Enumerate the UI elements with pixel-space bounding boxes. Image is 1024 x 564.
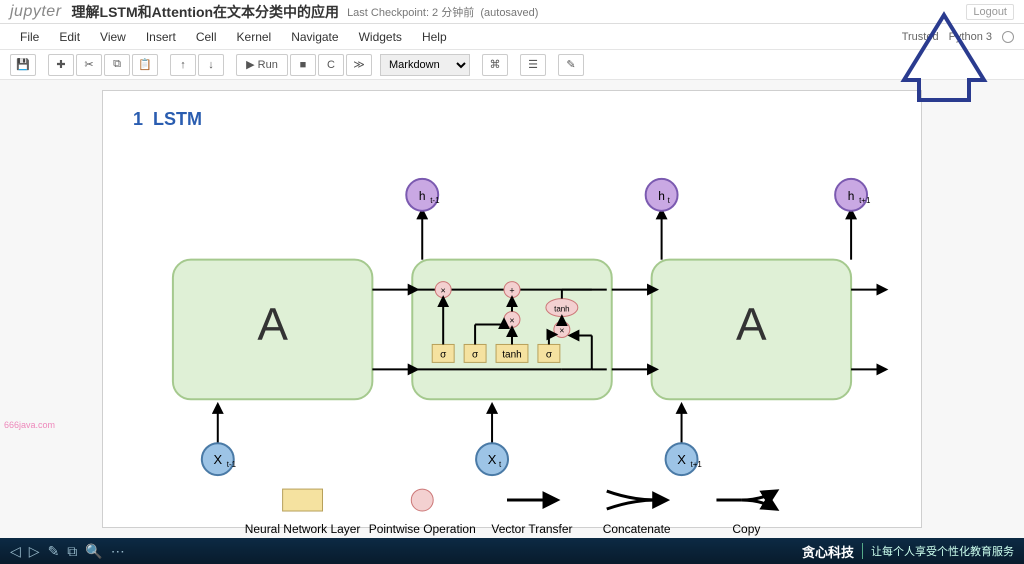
svg-text:Pointwise Operation: Pointwise Operation — [369, 522, 476, 536]
trusted-label[interactable]: Trusted — [902, 31, 939, 43]
play-prev-icon[interactable]: ◁ — [10, 543, 21, 560]
svg-text:+: + — [509, 286, 514, 296]
header: jupyter 理解LSTM和Attention在文本分类中的应用 Last C… — [0, 0, 1024, 24]
notebook-area[interactable]: 1 LSTM A A ht-1 ht ht+1 — [0, 80, 1024, 538]
svg-text:tanh: tanh — [502, 349, 521, 360]
menu-help[interactable]: Help — [412, 27, 457, 47]
move-up-button[interactable]: ↑ — [170, 54, 196, 76]
svg-text:t+1: t+1 — [859, 196, 871, 205]
watermark-text: 666java.com — [4, 420, 55, 430]
svg-text:X: X — [677, 452, 686, 467]
svg-text:h: h — [848, 189, 855, 203]
lstm-diagram: A A ht-1 ht ht+1 Xt-1 Xt Xt+1 — [133, 140, 891, 538]
save-button[interactable]: 💾 — [10, 54, 36, 76]
kernel-name[interactable]: Python 3 — [949, 31, 992, 43]
svg-text:A: A — [257, 297, 288, 349]
svg-text:h: h — [419, 189, 426, 203]
svg-text:t-1: t-1 — [227, 460, 237, 469]
logout-button[interactable]: Logout — [966, 4, 1014, 20]
svg-text:A: A — [736, 297, 767, 349]
checkpoint-text: Last Checkpoint: 2 分钟前 (autosaved) — [347, 4, 538, 20]
svg-text:X: X — [213, 452, 222, 467]
cut-button[interactable]: ✂ — [76, 54, 102, 76]
kernel-status-icon — [1002, 31, 1014, 43]
menu-navigate[interactable]: Navigate — [281, 27, 348, 47]
toc-button[interactable]: ☰ — [520, 54, 546, 76]
menu-view[interactable]: View — [90, 27, 136, 47]
more-icon[interactable]: ⋯ — [111, 543, 125, 560]
contents-icon[interactable]: ⧉ — [67, 543, 77, 560]
copy-button[interactable]: ⧉ — [104, 54, 130, 76]
jupyter-logo: jupyter — [10, 3, 62, 21]
celltype-select[interactable]: Markdown — [380, 54, 470, 76]
play-next-icon[interactable]: ▷ — [29, 543, 40, 560]
menu-edit[interactable]: Edit — [49, 27, 90, 47]
menu-kernel[interactable]: Kernel — [227, 27, 282, 47]
svg-text:×: × — [509, 316, 514, 326]
menu-widgets[interactable]: Widgets — [349, 27, 412, 47]
svg-text:Copy: Copy — [732, 522, 760, 536]
footer-brand: 贪心科技 — [802, 542, 854, 561]
toolbar: 💾 ✚ ✂ ⧉ 📋 ↑ ↓ ▶ Run ■ C ≫ Markdown ⌘ ☰ ✎ — [0, 50, 1024, 80]
svg-text:×: × — [559, 325, 564, 335]
menu-cell[interactable]: Cell — [186, 27, 227, 47]
command-palette-button[interactable]: ⌘ — [482, 54, 508, 76]
footer-slogan: 让每个人享受个性化教育服务 — [862, 543, 1014, 559]
svg-text:Concatenate: Concatenate — [603, 522, 671, 536]
edit-button[interactable]: ✎ — [558, 54, 584, 76]
svg-text:Vector Transfer: Vector Transfer — [491, 522, 572, 536]
footer-bar: ◁ ▷ ✎ ⧉ 🔍 ⋯ 贪心科技 让每个人享受个性化教育服务 — [0, 538, 1024, 564]
menubar: File Edit View Insert Cell Kernel Naviga… — [0, 24, 1024, 50]
svg-text:t-1: t-1 — [430, 196, 440, 205]
restart-button[interactable]: C — [318, 54, 344, 76]
svg-text:h: h — [658, 189, 665, 203]
menu-insert[interactable]: Insert — [136, 27, 186, 47]
search-icon[interactable]: 🔍 — [85, 543, 102, 560]
svg-text:×: × — [441, 286, 446, 296]
move-down-button[interactable]: ↓ — [198, 54, 224, 76]
markdown-cell[interactable]: 1 LSTM A A ht-1 ht ht+1 — [102, 90, 922, 528]
paste-button[interactable]: 📋 — [132, 54, 158, 76]
svg-text:σ: σ — [472, 349, 478, 360]
annotate-icon[interactable]: ✎ — [48, 543, 60, 560]
stop-button[interactable]: ■ — [290, 54, 316, 76]
notebook-title[interactable]: 理解LSTM和Attention在文本分类中的应用 — [72, 2, 340, 22]
svg-text:X: X — [488, 452, 497, 467]
section-heading: 1 LSTM — [133, 109, 891, 130]
run-button[interactable]: ▶ Run — [236, 54, 288, 76]
svg-text:σ: σ — [546, 349, 552, 360]
menu-file[interactable]: File — [10, 27, 49, 47]
svg-text:tanh: tanh — [554, 305, 570, 314]
add-cell-button[interactable]: ✚ — [48, 54, 74, 76]
svg-text:σ: σ — [440, 349, 446, 360]
svg-text:Neural Network Layer: Neural Network Layer — [245, 522, 361, 536]
run-all-button[interactable]: ≫ — [346, 54, 372, 76]
svg-text:t+1: t+1 — [691, 460, 703, 469]
